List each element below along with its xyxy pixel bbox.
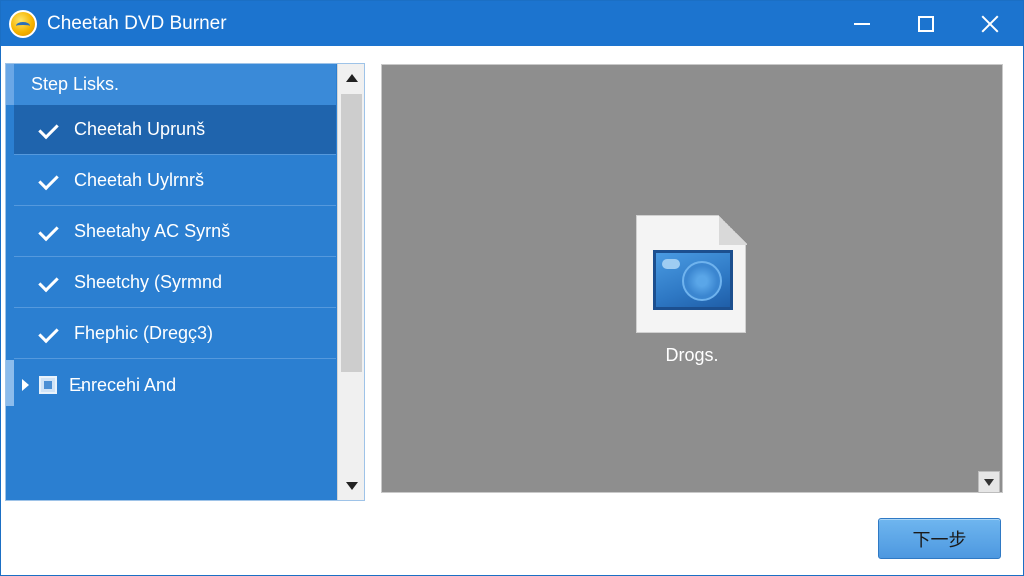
maximize-icon: [918, 15, 934, 32]
cheetah-app-icon: [9, 10, 37, 38]
preview-dropdown-button[interactable]: [978, 471, 1000, 493]
list-item[interactable]: Cheetah Uprunš: [14, 105, 336, 155]
title-bar[interactable]: Cheetah DVD Burner: [1, 1, 1023, 46]
file-label: Drogs.: [665, 345, 719, 365]
chevron-down-icon: [984, 478, 994, 486]
next-button[interactable]: 下一步: [878, 518, 1001, 559]
maximize-button[interactable]: [893, 1, 959, 46]
checkmark-icon: [38, 271, 62, 295]
steps-list-panel: Step Lisks. Cheetah Uprunš Cheetah Uylrn…: [5, 63, 365, 501]
close-icon: [981, 15, 999, 33]
preview-panel: Drogs.: [381, 64, 1003, 493]
minimize-icon: [854, 22, 870, 25]
checkmark-icon: [38, 118, 62, 142]
list-item[interactable]: Sheetchy (Syrmnd: [14, 258, 336, 308]
checkmark-icon: [38, 220, 62, 244]
scroll-down-button[interactable]: [338, 472, 364, 500]
file-thumbnail: [653, 250, 733, 310]
list-item[interactable]: Cheetah Uylrnrš: [14, 156, 336, 206]
list-scrollbar[interactable]: [337, 64, 364, 500]
list-item[interactable]: Fhephic (Dregç3): [14, 309, 336, 359]
list-item[interactable]: Sheetahy AC Syrnš: [14, 207, 336, 257]
checkmark-icon: [38, 322, 62, 346]
row-marker: [6, 360, 14, 406]
list-item-label: Cheetah Uylrnrš: [74, 170, 205, 190]
list-item-label: Cheetah Uprunš: [74, 119, 206, 139]
list-header: Step Lisks.: [6, 64, 336, 105]
scroll-up-button[interactable]: [338, 64, 364, 92]
arrow-down-icon: [345, 482, 358, 490]
window-title: Cheetah DVD Burner: [47, 13, 227, 34]
app-window: Cheetah DVD Burner Step Lisks. Cheetah U…: [0, 0, 1024, 576]
list-item-label: E̵nrecehi And: [69, 374, 177, 395]
scroll-thumb[interactable]: [341, 94, 362, 372]
expand-arrow-icon[interactable]: [22, 379, 29, 391]
checkmark-icon: [38, 169, 62, 193]
list-item-expandable[interactable]: E̵nrecehi And: [14, 360, 336, 410]
minimize-button[interactable]: [829, 1, 895, 46]
list-item-label: Sheetahy AC Syrnš: [74, 221, 231, 241]
list-item-label: Fhephic (Dregç3): [74, 323, 214, 343]
close-button[interactable]: [957, 1, 1023, 46]
file-corner-fold: [719, 215, 747, 245]
list-item-label: Sheetchy (Syrmnd: [74, 272, 223, 292]
folder-icon: [39, 376, 57, 394]
arrow-up-icon: [345, 74, 358, 82]
